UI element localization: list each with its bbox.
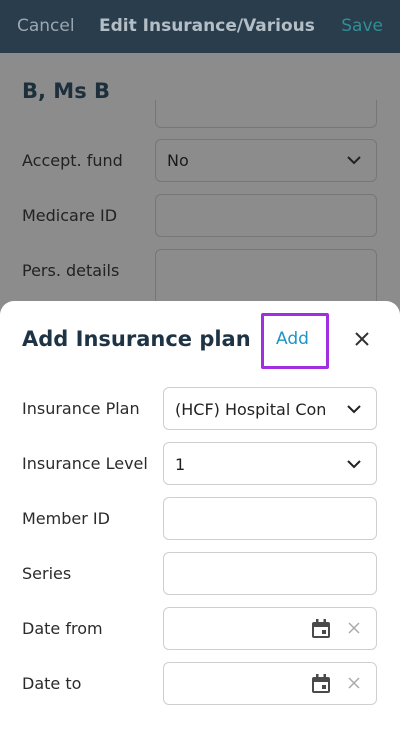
accept-fund-label: Accept. fund [22,151,123,170]
app-bar: Cancel Edit Insurance/Various Save [0,0,400,53]
date-to-input[interactable] [163,662,377,705]
member-id-input[interactable] [163,497,377,540]
chevron-down-icon [347,156,361,165]
series-label: Series [22,564,72,583]
add-button[interactable]: Add [261,313,329,369]
save-button[interactable]: Save [341,16,383,36]
clear-icon[interactable] [348,622,360,634]
member-id-label: Member ID [22,509,110,528]
date-from-label: Date from [22,619,103,638]
close-icon[interactable] [350,327,374,351]
patient-name: B, Ms B [22,79,111,103]
insurance-level-select[interactable]: 1 [163,442,377,485]
calendar-icon[interactable] [310,673,332,695]
sheet-title: Add Insurance plan [22,327,251,351]
cancel-button[interactable]: Cancel [17,16,75,36]
accept-fund-value: No [167,151,189,170]
truncated-label: ⁠ ⁠ ⁠ ⁠ ⁠ ⁠ ⁠ ⁠ ⁠ ⁠ ⁠ ⁠ ⁠ ⁠ ⁠ ⁠ ⁠ ⁠ ⁠ [22,101,114,110]
insurance-plan-select[interactable]: (HCF) Hospital Con [163,387,377,430]
insurance-level-value: 1 [175,455,186,474]
page-title: Edit Insurance/Various [99,16,315,36]
pers-details-field[interactable] [155,249,377,309]
accept-fund-select[interactable]: No [155,139,377,182]
date-to-label: Date to [22,674,82,693]
add-button-label: Add [276,329,309,349]
medicare-id-label: Medicare ID [22,206,118,225]
date-from-input[interactable] [163,607,377,650]
add-insurance-sheet: Add Insurance plan Add Insurance Plan (H… [0,301,400,740]
clear-icon[interactable] [348,677,360,689]
pers-details-label: Pers. details [22,261,120,280]
calendar-icon[interactable] [310,618,332,640]
truncated-field[interactable] [155,100,377,128]
insurance-plan-label: Insurance Plan [22,399,140,418]
insurance-level-label: Insurance Level [22,454,148,473]
series-input[interactable] [163,552,377,595]
chevron-down-icon [347,405,361,414]
chevron-down-icon [347,460,361,469]
insurance-plan-value: (HCF) Hospital Con [175,400,327,419]
medicare-id-field[interactable] [155,194,377,237]
